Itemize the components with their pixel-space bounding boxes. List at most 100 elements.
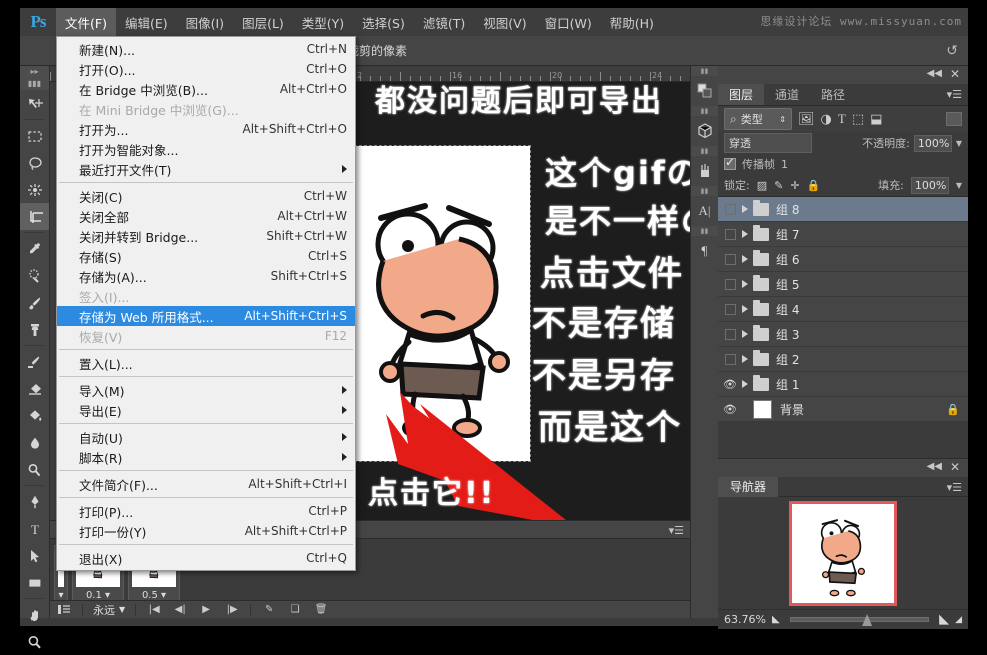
layer-row[interactable]: 👁 背景 🔒 bbox=[718, 397, 968, 422]
layer-row[interactable]: 组 8 bbox=[718, 197, 968, 222]
chevron-down-icon[interactable]: ▼ bbox=[956, 181, 962, 190]
file-menu-item-25[interactable]: 文件简介(F)... Alt+Shift+Ctrl+I bbox=[57, 474, 355, 494]
file-menu-item-11[interactable]: 存储(S) Ctrl+S bbox=[57, 246, 355, 266]
crop-tool-icon[interactable] bbox=[20, 203, 49, 230]
navigator-preview[interactable] bbox=[718, 497, 968, 609]
layer-row[interactable]: 组 2 bbox=[718, 347, 968, 372]
tab-navigator[interactable]: 导航器 bbox=[718, 476, 779, 497]
expand-group-icon[interactable] bbox=[742, 380, 748, 388]
file-menu-item-22[interactable]: 自动(U) bbox=[57, 427, 355, 447]
file-menu-item-0[interactable]: 新建(N)... Ctrl+N bbox=[57, 39, 355, 59]
reset-icon[interactable]: ↺ bbox=[946, 43, 958, 59]
menu-3[interactable]: 图层(L) bbox=[233, 8, 293, 37]
file-menu-item-4[interactable]: 打开为... Alt+Shift+Ctrl+O bbox=[57, 119, 355, 139]
layer-visibility-icon[interactable] bbox=[724, 228, 736, 240]
panel-menu-icon[interactable]: ▾☰ bbox=[947, 88, 962, 101]
layer-visibility-icon[interactable] bbox=[724, 353, 736, 365]
layer-filter-dropdown[interactable]: ⌕ 类型 ⇕ bbox=[724, 108, 792, 130]
file-menu-item-1[interactable]: 打开(O)... Ctrl+O bbox=[57, 59, 355, 79]
menu-1[interactable]: 编辑(E) bbox=[116, 8, 177, 37]
close-icon[interactable]: ✕ bbox=[950, 460, 960, 474]
menu-7[interactable]: 视图(V) bbox=[474, 8, 535, 37]
duplicate-frame-button[interactable]: ❏ bbox=[283, 602, 307, 618]
layer-visibility-icon[interactable] bbox=[724, 253, 736, 265]
layer-visibility-icon[interactable] bbox=[724, 303, 736, 315]
zoom-in-icon[interactable]: ◣ bbox=[939, 612, 949, 627]
lock-position-icon[interactable]: ✛ bbox=[790, 179, 799, 192]
play-button[interactable]: ▶ bbox=[194, 602, 218, 618]
color-swatch-icon[interactable] bbox=[691, 76, 718, 106]
file-menu-item-12[interactable]: 存储为(A)... Shift+Ctrl+S bbox=[57, 266, 355, 286]
file-menu-item-6[interactable]: 最近打开文件(T) bbox=[57, 159, 355, 179]
filter-pixel-layers-icon[interactable]: 🖼 bbox=[798, 112, 815, 127]
layer-visibility-icon[interactable] bbox=[724, 328, 736, 340]
rectangular-marquee-tool-icon[interactable] bbox=[20, 122, 49, 149]
file-menu-item-8[interactable]: 关闭(C) Ctrl+W bbox=[57, 186, 355, 206]
select-previous-frame-button[interactable]: ◀| bbox=[168, 602, 192, 618]
layer-row[interactable]: 组 7 bbox=[718, 222, 968, 247]
expand-group-icon[interactable] bbox=[742, 205, 748, 213]
file-menu-dropdown[interactable]: 新建(N)... Ctrl+N 打开(O)... Ctrl+O 在 Bridge 中浏览… bbox=[56, 36, 356, 571]
clone-stamp-tool-icon[interactable] bbox=[20, 316, 49, 343]
collapse-dock-icon[interactable]: ◀◀ bbox=[927, 68, 942, 79]
hand-tool-icon[interactable] bbox=[20, 601, 49, 628]
move-tool-icon[interactable] bbox=[20, 90, 49, 117]
file-menu-item-17[interactable]: 置入(L)... bbox=[57, 353, 355, 373]
blur-tool-icon[interactable] bbox=[20, 429, 49, 456]
fill-value[interactable]: 100% bbox=[910, 176, 949, 194]
rectangle-shape-tool-icon[interactable] bbox=[20, 569, 49, 596]
select-first-frame-button[interactable]: |◀ bbox=[142, 602, 166, 618]
menu-9[interactable]: 帮助(H) bbox=[601, 8, 663, 37]
file-menu-item-27[interactable]: 打印(P)... Ctrl+P bbox=[57, 501, 355, 521]
tab-0[interactable]: 图层 bbox=[718, 84, 765, 105]
layer-visibility-cell[interactable]: 👁 bbox=[718, 378, 742, 391]
file-menu-item-20[interactable]: 导出(E) bbox=[57, 400, 355, 420]
layer-visibility-cell[interactable] bbox=[718, 303, 742, 315]
file-menu-item-2[interactable]: 在 Bridge 中浏览(B)... Alt+Ctrl+O bbox=[57, 79, 355, 99]
type-tool-icon[interactable]: T bbox=[20, 515, 49, 542]
file-menu-item-28[interactable]: 打印一份(Y) Alt+Shift+Ctrl+P bbox=[57, 521, 355, 541]
zoom-tool-icon[interactable] bbox=[20, 628, 49, 655]
layer-row[interactable]: 组 3 bbox=[718, 322, 968, 347]
path-selection-tool-icon[interactable] bbox=[20, 542, 49, 569]
brush-tool-icon[interactable] bbox=[20, 289, 49, 316]
file-menu-item-9[interactable]: 关闭全部 Alt+Ctrl+W bbox=[57, 206, 355, 226]
blend-mode-dropdown[interactable]: 穿透 bbox=[724, 133, 812, 153]
pen-tool-icon[interactable] bbox=[20, 488, 49, 515]
expand-group-icon[interactable] bbox=[742, 305, 748, 313]
resize-grip-icon[interactable]: ◢ bbox=[955, 615, 962, 625]
layer-visibility-icon[interactable] bbox=[724, 278, 736, 290]
character-icon[interactable]: A| bbox=[691, 196, 718, 226]
layer-row[interactable]: 👁 组 1 bbox=[718, 372, 968, 397]
propagate-frames-checkbox[interactable] bbox=[724, 155, 736, 170]
menu-0[interactable]: 文件(F) bbox=[56, 7, 116, 37]
navigator-zoom-value[interactable]: 63.76% bbox=[724, 613, 766, 626]
3d-cube-icon[interactable] bbox=[691, 116, 718, 146]
magic-wand-tool-icon[interactable] bbox=[20, 176, 49, 203]
lasso-tool-icon[interactable] bbox=[20, 149, 49, 176]
spot-healing-brush-tool-icon[interactable] bbox=[20, 262, 49, 289]
frame-view-icon[interactable] bbox=[52, 602, 76, 618]
menu-2[interactable]: 图像(I) bbox=[177, 8, 233, 37]
layer-row[interactable]: 组 5 bbox=[718, 272, 968, 297]
lock-all-icon[interactable]: 🔒 bbox=[807, 179, 821, 192]
menu-4[interactable]: 类型(Y) bbox=[293, 8, 353, 37]
zoom-out-icon[interactable]: ◣ bbox=[772, 614, 780, 625]
panel-menu-icon[interactable]: ▾☰ bbox=[669, 524, 684, 537]
dodge-tool-icon[interactable] bbox=[20, 456, 49, 483]
expand-group-icon[interactable] bbox=[742, 230, 748, 238]
layer-visibility-cell[interactable] bbox=[718, 353, 742, 365]
file-menu-item-19[interactable]: 导入(M) bbox=[57, 380, 355, 400]
eyedropper-tool-icon[interactable] bbox=[20, 235, 49, 262]
eraser-tool-icon[interactable] bbox=[20, 375, 49, 402]
layer-visibility-cell[interactable] bbox=[718, 203, 742, 215]
file-menu-item-23[interactable]: 脚本(R) bbox=[57, 447, 355, 467]
file-menu-item-5[interactable]: 打开为智能对象... bbox=[57, 139, 355, 159]
filter-type-layers-icon[interactable]: T bbox=[838, 111, 846, 127]
collapse-dock-icon[interactable]: ◀◀ bbox=[927, 461, 942, 472]
expand-group-icon[interactable] bbox=[742, 355, 748, 363]
history-brush-tool-icon[interactable] bbox=[20, 348, 49, 375]
layers-list[interactable]: 组 8 组 7 组 6 组 5 组 4 组 3 组 2 👁 组 1 👁 背景 🔒 bbox=[718, 196, 968, 422]
toolbox-collapse-handle[interactable]: ▸▸ bbox=[20, 66, 49, 78]
expand-group-icon[interactable] bbox=[742, 330, 748, 338]
